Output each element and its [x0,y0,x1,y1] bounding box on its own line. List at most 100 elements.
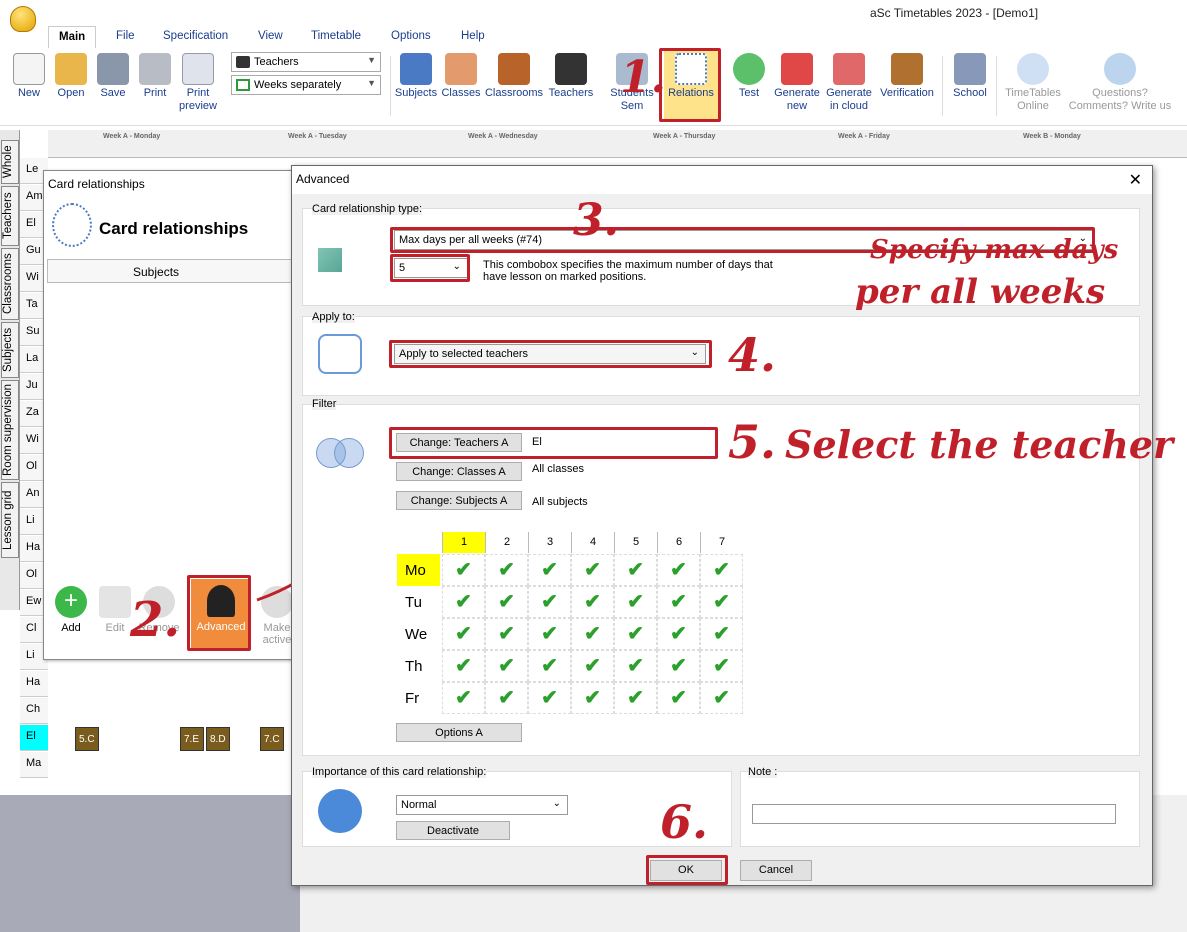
subjects-button[interactable]: Subjects [393,50,439,100]
vtab-whole[interactable]: Whole [1,140,19,184]
col-subjects[interactable]: Subjects [133,265,179,279]
position-check-icon[interactable]: ✔ [657,650,700,682]
school-button[interactable]: School [948,50,992,100]
position-check-icon[interactable]: ✔ [571,618,614,650]
position-check-icon[interactable]: ✔ [485,682,528,714]
position-check-icon[interactable]: ✔ [614,586,657,618]
cancel-button[interactable]: Cancel [740,860,812,881]
period-header[interactable]: 5 [614,532,657,553]
lesson-card[interactable]: 7.E [180,727,204,751]
period-header[interactable]: 3 [528,532,571,553]
row-header[interactable]: Ma [20,752,48,778]
importance-dropdown[interactable]: Normal ⌄ [396,795,568,815]
position-check-icon[interactable]: ✔ [571,554,614,586]
day-label[interactable]: Tu [397,586,440,618]
classrooms-button[interactable]: Classrooms [483,50,545,100]
period-header[interactable]: 2 [485,532,528,553]
deactivate-button[interactable]: Deactivate [396,821,510,840]
change-classes-button[interactable]: Change: Classes A [396,462,522,481]
position-check-icon[interactable]: ✔ [571,682,614,714]
save-button[interactable]: Save [96,50,130,100]
lesson-card[interactable]: 7.C [260,727,284,751]
position-check-icon[interactable]: ✔ [657,618,700,650]
generate-cloud-button[interactable]: Generate in cloud [824,50,874,113]
position-check-icon[interactable]: ✔ [442,618,485,650]
verification-button[interactable]: Verification [876,50,938,100]
tab-file[interactable]: File [116,30,135,42]
note-input[interactable] [752,804,1116,824]
new-button[interactable]: New [12,50,46,100]
position-check-icon[interactable]: ✔ [657,554,700,586]
position-check-icon[interactable]: ✔ [485,650,528,682]
position-check-icon[interactable]: ✔ [657,586,700,618]
position-check-icon[interactable]: ✔ [528,586,571,618]
add-button[interactable]: + Add [46,586,96,634]
classes-button[interactable]: Classes [441,50,481,100]
position-check-icon[interactable]: ✔ [614,618,657,650]
position-check-icon[interactable]: ✔ [442,650,485,682]
weeks-combo[interactable]: Weeks separately ▼ [231,75,381,95]
position-check-icon[interactable]: ✔ [571,586,614,618]
position-check-icon[interactable]: ✔ [485,554,528,586]
timetables-online-button[interactable]: TimeTables Online [1000,50,1066,113]
questions-button[interactable]: Questions? Comments? Write us [1066,50,1174,113]
position-check-icon[interactable]: ✔ [485,586,528,618]
position-check-icon[interactable]: ✔ [700,682,743,714]
tab-specification[interactable]: Specification [163,30,228,42]
print-button[interactable]: Print [137,50,173,100]
position-check-icon[interactable]: ✔ [700,650,743,682]
position-check-icon[interactable]: ✔ [528,650,571,682]
day-label[interactable]: Mo [397,554,440,586]
test-button[interactable]: Test [730,50,768,100]
position-check-icon[interactable]: ✔ [528,682,571,714]
period-header[interactable]: 1 [442,532,485,553]
open-button[interactable]: Open [52,50,90,100]
pencil-icon [99,586,131,618]
period-header[interactable]: 4 [571,532,614,553]
position-check-icon[interactable]: ✔ [442,554,485,586]
position-check-icon[interactable]: ✔ [614,650,657,682]
vtab-subjects[interactable]: Subjects [1,322,19,378]
day-label[interactable]: Fr [397,682,440,714]
printer-icon [139,53,171,85]
position-check-icon[interactable]: ✔ [442,586,485,618]
position-check-icon[interactable]: ✔ [700,554,743,586]
tab-timetable[interactable]: Timetable [311,30,361,42]
position-check-icon[interactable]: ✔ [614,682,657,714]
vtab-room-supervision[interactable]: Room supervision [1,380,19,480]
chevron-down-icon: ⌄ [552,798,561,809]
change-subjects-button[interactable]: Change: Subjects A [396,491,522,510]
generate-new-button[interactable]: Generate new [772,50,822,113]
tab-main[interactable]: Main [48,26,97,48]
print-preview-button[interactable]: Print preview [176,50,220,113]
position-check-icon[interactable]: ✔ [442,682,485,714]
period-header[interactable]: 6 [657,532,700,553]
vtab-lesson-grid[interactable]: Lesson grid [1,482,19,558]
vtab-classrooms[interactable]: Classrooms [1,248,19,320]
day-label[interactable]: We [397,618,440,650]
lesson-card[interactable]: 8.D [206,727,230,751]
position-check-icon[interactable]: ✔ [528,554,571,586]
position-check-icon[interactable]: ✔ [571,650,614,682]
play-icon[interactable] [318,789,362,833]
position-check-icon[interactable]: ✔ [614,554,657,586]
options-button[interactable]: Options A [396,723,522,742]
position-check-icon[interactable]: ✔ [657,682,700,714]
tab-options[interactable]: Options [391,30,431,42]
position-check-icon[interactable]: ✔ [700,586,743,618]
row-header-selected[interactable]: El [20,725,48,751]
row-header[interactable]: Ha [20,671,48,697]
row-header[interactable]: Ch [20,698,48,724]
period-header[interactable]: 7 [700,532,743,553]
view-combo[interactable]: Teachers ▼ [231,52,381,72]
lesson-card[interactable]: 5.C [75,727,99,751]
tab-view[interactable]: View [258,30,283,42]
position-check-icon[interactable]: ✔ [700,618,743,650]
vtab-teachers[interactable]: Teachers [1,186,19,246]
teachers-button[interactable]: Teachers [547,50,595,100]
position-check-icon[interactable]: ✔ [528,618,571,650]
day-label[interactable]: Th [397,650,440,682]
tab-help[interactable]: Help [461,30,485,42]
close-icon[interactable]: ✕ [1129,170,1142,190]
position-check-icon[interactable]: ✔ [485,618,528,650]
